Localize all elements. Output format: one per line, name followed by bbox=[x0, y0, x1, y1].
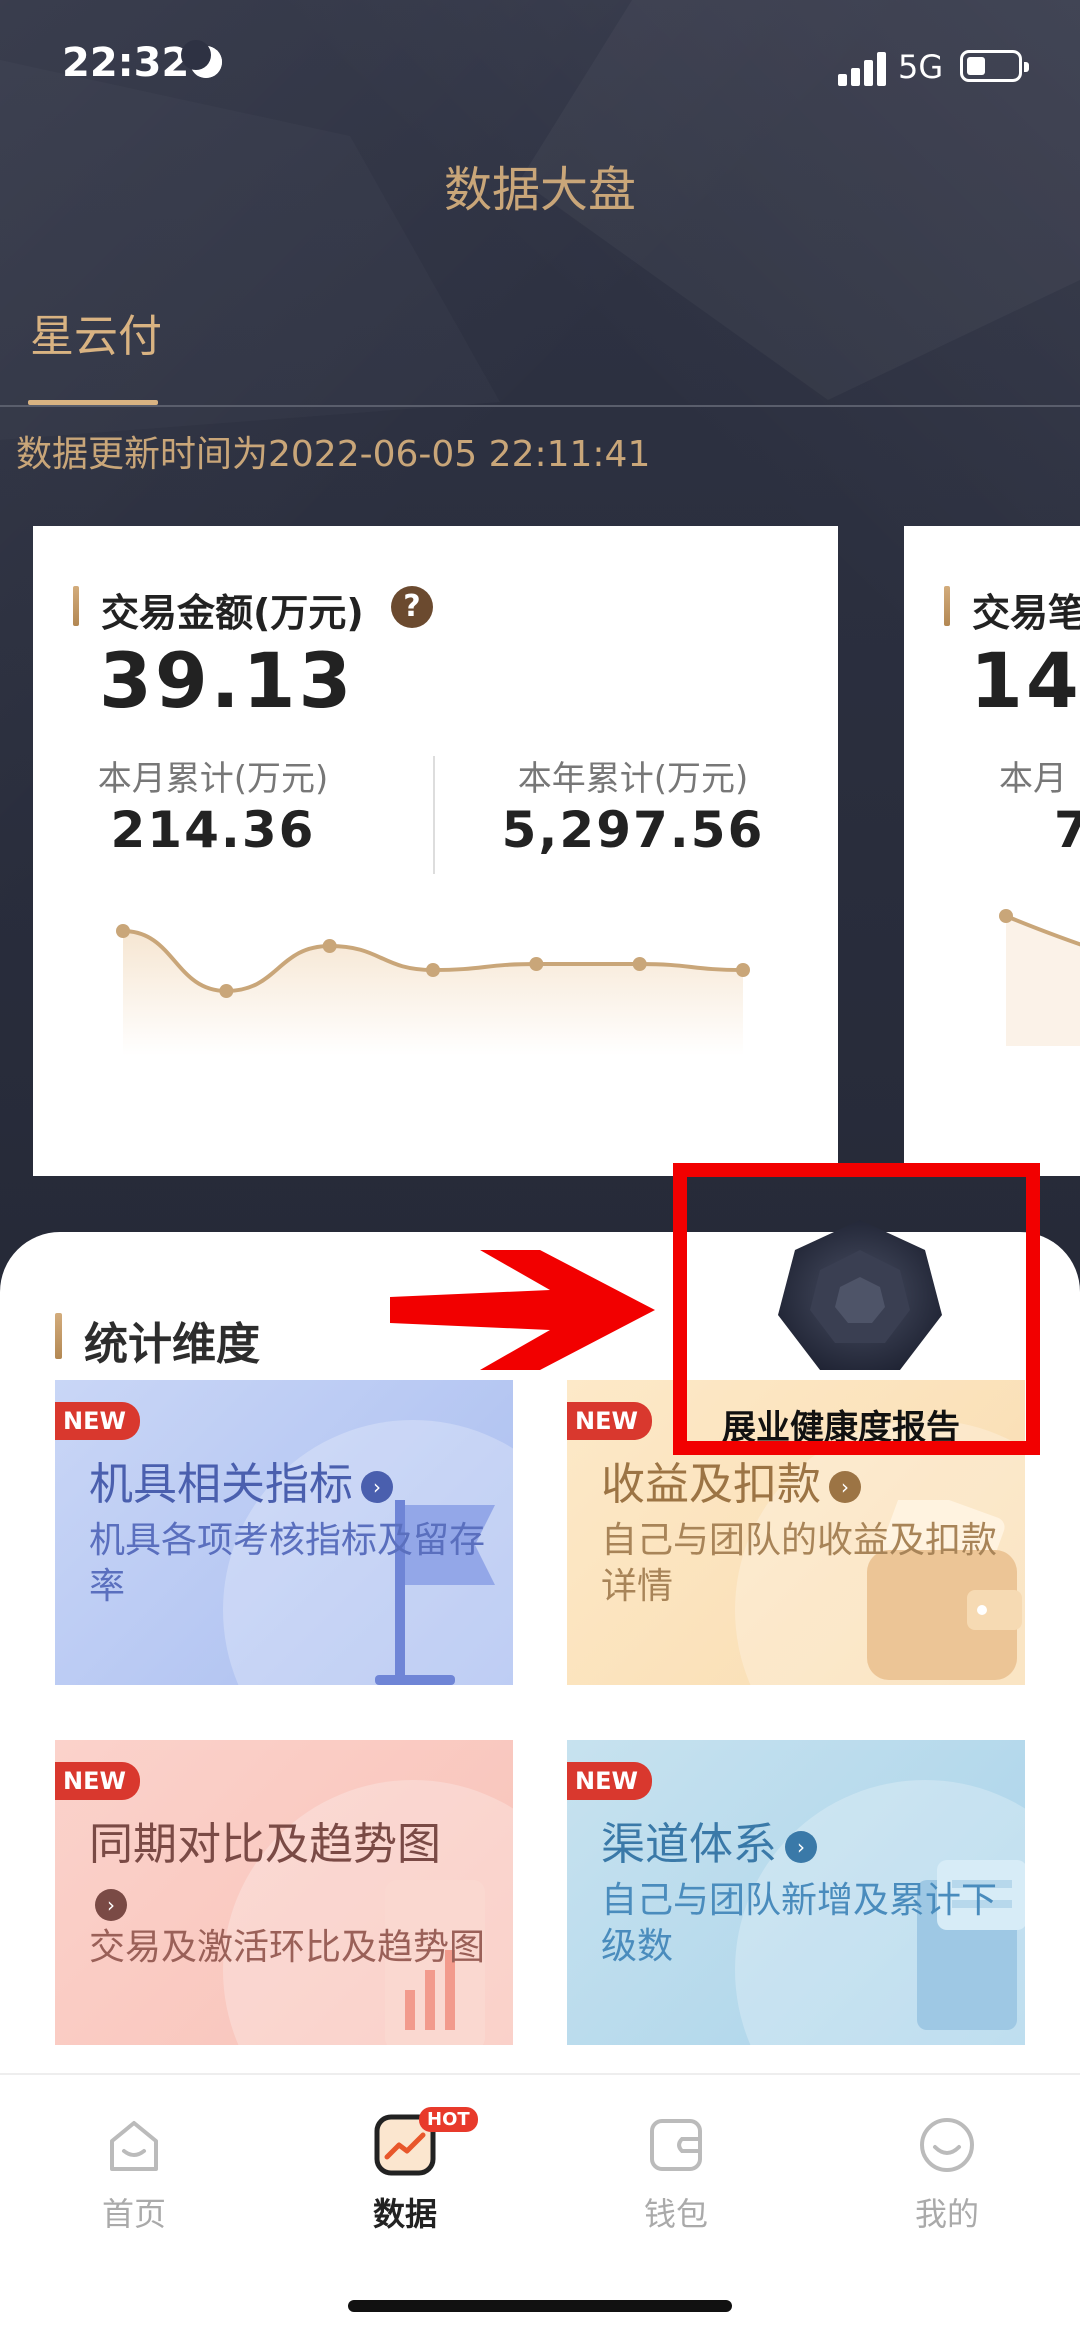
trend-chart bbox=[116, 924, 750, 1056]
tile-desc: 交易及激活环比及趋势图 bbox=[89, 1927, 486, 1968]
nav-data[interactable]: HOT 数据 bbox=[335, 2107, 478, 2235]
chevron-right-icon: › bbox=[785, 1831, 817, 1863]
transaction-count-card[interactable]: 交易笔 142 本月 7 bbox=[904, 526, 1080, 1176]
wallet-icon bbox=[650, 2119, 702, 2171]
trend-point bbox=[529, 957, 544, 971]
month-label: 本月 bbox=[999, 759, 1067, 799]
new-badge: NEW bbox=[55, 1402, 140, 1440]
card-title: 交易金额(万元) bbox=[101, 591, 364, 635]
new-badge: NEW bbox=[567, 1762, 652, 1800]
tile-title: 同期对比及趋势图 › bbox=[89, 1808, 441, 1923]
month-value: 214.36 bbox=[110, 801, 316, 859]
tile-desc: 机具各项考核指标及留存率 bbox=[89, 1520, 486, 1607]
trend-point bbox=[219, 984, 234, 998]
new-badge: NEW bbox=[567, 1402, 652, 1440]
nav-label: 首页 bbox=[101, 2195, 166, 2233]
tab-xingyunfu[interactable]: 星云付 bbox=[30, 300, 162, 364]
trend-point bbox=[632, 957, 647, 971]
card-title: 交易笔 bbox=[972, 591, 1080, 635]
month-label: 本月累计(万元) bbox=[97, 759, 329, 799]
section-title: 统计维度 bbox=[84, 1319, 260, 1370]
update-time: 数据更新时间为2022-06-05 22:11:41 bbox=[16, 434, 651, 475]
tile-period-comparison[interactable]: NEW 同期对比及趋势图 › 交易及激活环比及趋势图 bbox=[55, 1740, 513, 2045]
red-arrow-icon bbox=[390, 1250, 655, 1370]
status-time: 22:32 bbox=[62, 40, 190, 86]
year-value: 5,297.56 bbox=[501, 801, 765, 859]
divider bbox=[433, 756, 435, 874]
moon-icon bbox=[181, 40, 222, 78]
home-icon bbox=[110, 2121, 158, 2171]
nav-label: 数据 bbox=[372, 2195, 437, 2233]
nav-wallet[interactable]: 钱包 bbox=[606, 2115, 746, 2235]
tile-title: 收益及扣款 › bbox=[601, 1448, 861, 1512]
year-label: 本年累计(万元) bbox=[517, 759, 749, 799]
title-accent bbox=[73, 586, 79, 626]
tile-title: 机具相关指标 › bbox=[89, 1448, 393, 1512]
tile-device-metrics[interactable]: NEW 机具相关指标 › 机具各项考核指标及留存率 bbox=[55, 1380, 513, 1685]
trend-point bbox=[322, 939, 337, 953]
month-value: 7 bbox=[1054, 801, 1080, 859]
signal-icon bbox=[838, 50, 886, 86]
count-value: 142 bbox=[970, 636, 1080, 725]
section-accent bbox=[55, 1313, 62, 1359]
network-type: 5G bbox=[898, 48, 944, 86]
trend-point bbox=[736, 963, 750, 977]
trend-chart bbox=[999, 909, 1080, 1046]
nav-home[interactable]: 首页 bbox=[64, 2115, 204, 2235]
title-accent bbox=[944, 586, 950, 626]
tile-desc: 自己与团队新增及累计下级数 bbox=[601, 1880, 998, 1967]
profile-icon bbox=[920, 2118, 974, 2172]
status-bar: 22:32 5G bbox=[0, 0, 1080, 140]
chevron-right-icon: › bbox=[95, 1889, 127, 1921]
page-title: 数据大盘 bbox=[443, 162, 636, 218]
battery-icon bbox=[960, 50, 1029, 82]
tile-desc: 自己与团队的收益及扣款详情 bbox=[601, 1520, 998, 1607]
hot-badge: HOT bbox=[419, 2107, 478, 2132]
amount-value: 39.13 bbox=[99, 636, 355, 725]
transaction-amount-card[interactable]: 交易金额(万元) ? 39.13 本月累计(万元) 214.36 本年累计(万元… bbox=[33, 526, 838, 1176]
nav-label: 我的 bbox=[914, 2195, 979, 2233]
nav-profile[interactable]: 我的 bbox=[877, 2115, 1017, 2235]
new-badge: NEW bbox=[55, 1762, 140, 1800]
chevron-right-icon: › bbox=[361, 1471, 393, 1503]
nav-label: 钱包 bbox=[643, 2195, 708, 2233]
tile-title: 渠道体系 › bbox=[601, 1808, 817, 1872]
bottom-nav: 首页 HOT 数据 钱包 我的 bbox=[0, 2073, 1080, 2337]
tab-divider bbox=[0, 405, 1080, 407]
trend-point bbox=[426, 963, 440, 977]
trend-area bbox=[123, 931, 743, 1056]
help-icon[interactable]: ? bbox=[391, 586, 433, 628]
home-indicator bbox=[348, 2300, 732, 2312]
highlight-box bbox=[673, 1163, 1040, 1455]
chevron-right-icon: › bbox=[829, 1471, 861, 1503]
tile-channel-system[interactable]: NEW 渠道体系 › 自己与团队新增及累计下级数 bbox=[567, 1740, 1025, 2045]
trend-point bbox=[116, 924, 130, 938]
